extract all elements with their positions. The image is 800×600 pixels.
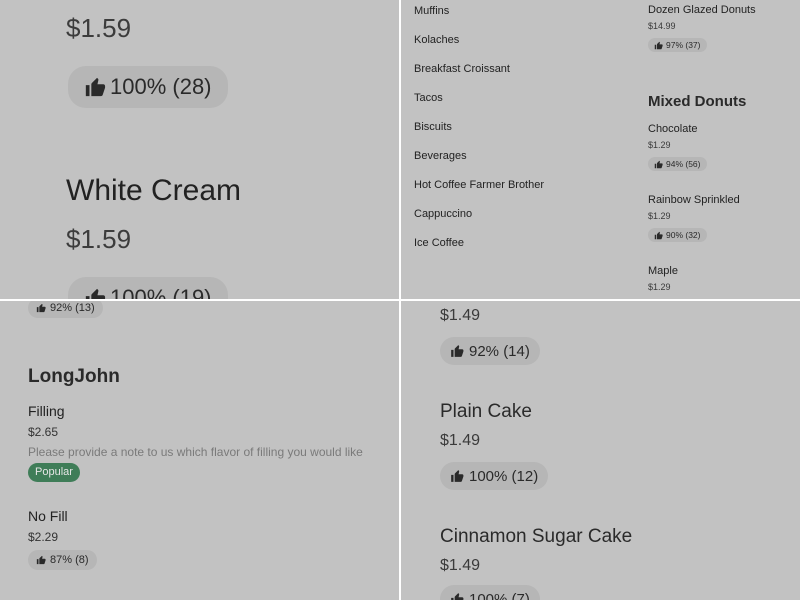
rating-badge: 87% (8): [28, 550, 97, 570]
category-link[interactable]: Beverages: [414, 150, 467, 162]
rating-text: 97% (37): [666, 40, 701, 50]
rating-badge: 92% (13): [28, 301, 103, 318]
item-price: $14.99: [648, 21, 676, 31]
rating-badge: 100% (7): [440, 585, 540, 600]
rating-text: 90% (32): [666, 230, 701, 240]
item-name[interactable]: Chocolate: [648, 123, 698, 135]
zoom-panel-top-left: $1.59 100% (28) White Cream $1.59 100% (…: [0, 0, 399, 299]
rating-text: 100% (7): [469, 590, 530, 600]
item-price: $1.59: [66, 224, 132, 254]
item-price: $2.29: [28, 530, 59, 544]
rating-text: 100% (19): [110, 285, 212, 299]
item-name[interactable]: Plain Cake: [440, 401, 532, 423]
section-title: LongJohn: [28, 366, 120, 387]
category-link[interactable]: Biscuits: [414, 121, 452, 133]
category-link[interactable]: Kolaches: [414, 34, 459, 46]
rating-text: 100% (12): [469, 467, 539, 485]
rating-badge: 90% (32): [648, 228, 707, 242]
thumbs-up-icon: [451, 345, 464, 357]
item-price: $1.29: [648, 140, 671, 150]
rating-text: 100% (28): [110, 74, 212, 99]
zoom-panel-bottom-left: 92% (13) LongJohn Filling $2.65 Please p…: [0, 301, 399, 600]
rating-badge: 100% (19): [68, 277, 228, 299]
category-link[interactable]: Ice Coffee: [414, 237, 464, 249]
category-link[interactable]: Tacos: [414, 92, 443, 104]
category-link[interactable]: Hot Coffee Farmer Brother: [414, 179, 544, 191]
thumbs-up-icon: [451, 470, 464, 482]
thumbs-up-icon: [36, 555, 46, 565]
item-name[interactable]: Filling: [28, 403, 65, 419]
item-price: $1.49: [440, 307, 481, 324]
item-price: $1.49: [440, 432, 481, 449]
section-title: Mixed Donuts: [648, 93, 747, 110]
category-link[interactable]: Cappuccino: [414, 208, 472, 220]
item-name[interactable]: Rainbow Sprinkled: [648, 194, 740, 206]
rating-text: 92% (13): [50, 302, 95, 314]
item-name[interactable]: Cinnamon Sugar Cake: [440, 526, 632, 548]
category-link[interactable]: Muffins: [414, 5, 449, 17]
thumbs-up-icon: [654, 160, 663, 168]
zoom-panel-bottom-right: $1.49 92% (14) Plain Cake $1.49 100% (12…: [401, 301, 800, 600]
rating-text: 92% (14): [469, 342, 530, 360]
item-name[interactable]: White Cream: [66, 174, 241, 208]
thumbs-up-icon: [36, 303, 46, 313]
item-price: $1.49: [440, 557, 481, 574]
thumbs-up-icon: [451, 593, 464, 600]
item-name[interactable]: No Fill: [28, 508, 68, 524]
category-link[interactable]: Breakfast Croissant: [414, 63, 510, 75]
rating-text: 94% (56): [666, 159, 701, 169]
zoom-panel-top-right: Muffins Kolaches Breakfast Croissant Tac…: [401, 0, 800, 299]
rating-badge: 100% (28): [68, 66, 228, 108]
thumbs-up-icon: [654, 41, 663, 49]
item-description: Please provide a note to us which flavor…: [28, 445, 363, 459]
item-name[interactable]: Dozen Glazed Donuts: [648, 4, 756, 16]
rating-badge: 97% (37): [648, 38, 707, 52]
item-price: $1.29: [648, 282, 671, 292]
popular-badge: Popular: [28, 463, 80, 482]
thumbs-up-icon: [85, 77, 106, 97]
rating-badge: 92% (14): [440, 337, 540, 365]
item-price: $2.65: [28, 425, 59, 439]
rating-text: 87% (8): [50, 554, 89, 566]
item-name[interactable]: Maple: [648, 265, 678, 277]
rating-badge: 94% (56): [648, 157, 707, 171]
rating-badge: 100% (12): [440, 462, 549, 490]
thumbs-up-icon: [654, 231, 663, 239]
item-price: $1.59: [66, 13, 132, 43]
item-price: $1.29: [648, 211, 671, 221]
thumbs-up-icon: [85, 288, 106, 299]
